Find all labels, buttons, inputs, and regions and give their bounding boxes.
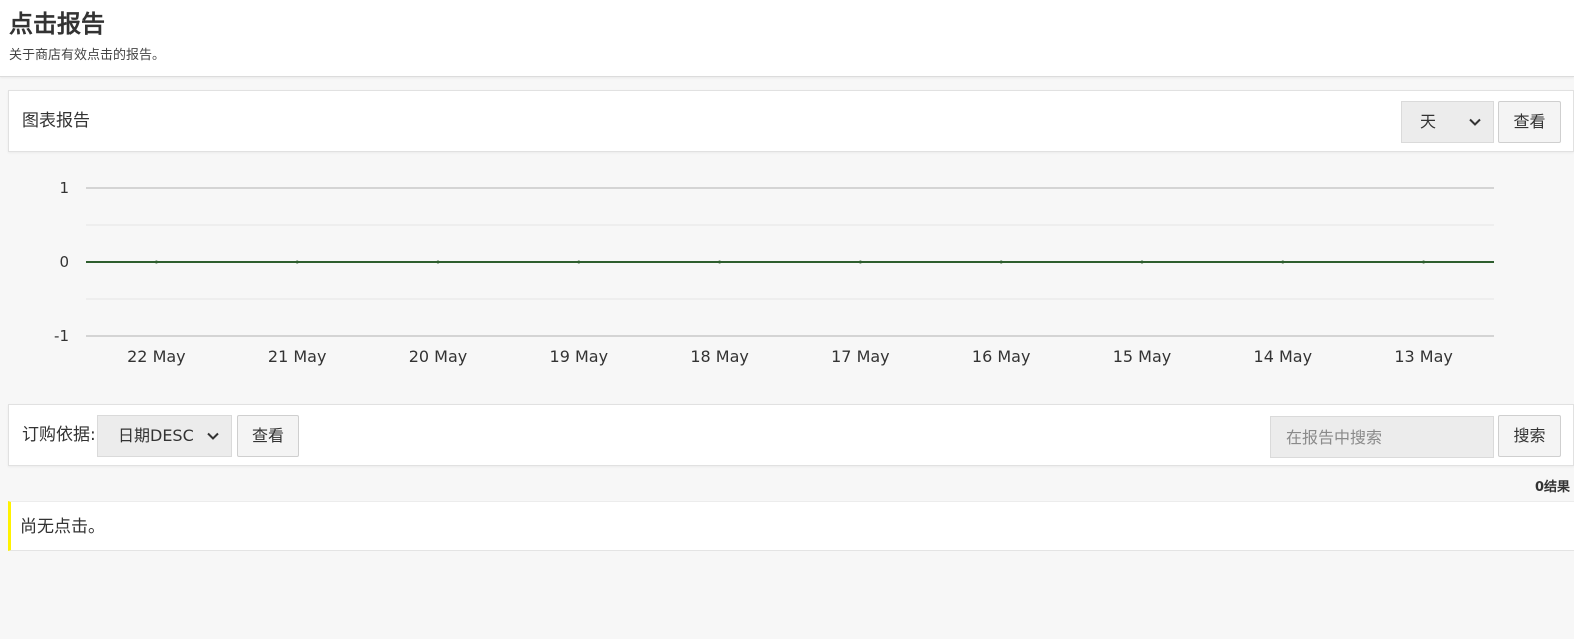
chart-svg: 1 0 -1 22 May 21 May 20 May 19 May 18 May 17 Ma… — [54, 179, 1494, 366]
x-tick-label: 20 May — [409, 347, 468, 366]
clicks-line-chart: 1 0 -1 22 May 21 May 20 May 19 May 18 May 17 Ma… — [8, 165, 1574, 385]
report-search-input[interactable] — [1270, 416, 1494, 458]
period-select[interactable]: 天 — [1401, 101, 1494, 143]
y-tick-label: 1 — [59, 179, 69, 197]
x-tick-label: 19 May — [550, 347, 609, 366]
chevron-down-icon — [207, 432, 219, 440]
data-point — [1422, 260, 1426, 264]
x-tick-label: 14 May — [1254, 347, 1313, 366]
chart-series — [86, 260, 1494, 264]
report-toolbar: 订购依据: 日期DESC 查看 搜索 — [8, 404, 1574, 466]
x-tick-label: 15 May — [1113, 347, 1172, 366]
page-header: 点击报告 关于商店有效点击的报告。 — [0, 0, 1574, 77]
x-tick-label: 22 May — [127, 347, 186, 366]
sort-select-value: 日期DESC — [118, 426, 194, 445]
x-axis-ticks: 22 May 21 May 20 May 19 May 18 May 17 May 16 M… — [127, 347, 1453, 366]
y-tick-label: 0 — [59, 253, 69, 271]
result-count: 0结果 — [1534, 480, 1570, 495]
sort-select[interactable]: 日期DESC — [97, 415, 232, 457]
data-point — [436, 260, 440, 264]
empty-results-message: 尚无点击。 — [20, 517, 105, 537]
data-point — [295, 260, 299, 264]
x-tick-label: 16 May — [972, 347, 1031, 366]
data-point — [999, 260, 1003, 264]
chart-view-button[interactable]: 查看 — [1498, 101, 1561, 143]
chevron-down-icon — [1469, 118, 1481, 126]
chart-panel-title: 图表报告 — [22, 111, 90, 131]
data-point — [858, 260, 862, 264]
y-axis-ticks: 1 0 -1 — [54, 179, 69, 345]
data-point — [577, 260, 581, 264]
sort-by-label: 订购依据: — [22, 425, 96, 445]
data-point — [718, 260, 722, 264]
search-button[interactable]: 搜索 — [1498, 415, 1561, 457]
empty-results-notice: 尚无点击。 — [8, 501, 1574, 551]
data-point — [1140, 260, 1144, 264]
period-select-value: 天 — [1420, 112, 1437, 131]
chart-report-panel: 图表报告 天 查看 — [8, 90, 1574, 152]
y-tick-label: -1 — [54, 327, 69, 345]
data-point — [1281, 260, 1285, 264]
sort-view-button[interactable]: 查看 — [237, 415, 299, 457]
x-tick-label: 18 May — [690, 347, 749, 366]
page-title: 点击报告 — [9, 10, 105, 38]
x-tick-label: 21 May — [268, 347, 327, 366]
x-tick-label: 13 May — [1394, 347, 1453, 366]
x-tick-label: 17 May — [831, 347, 890, 366]
data-point — [154, 260, 158, 264]
page-subtitle: 关于商店有效点击的报告。 — [9, 48, 166, 63]
